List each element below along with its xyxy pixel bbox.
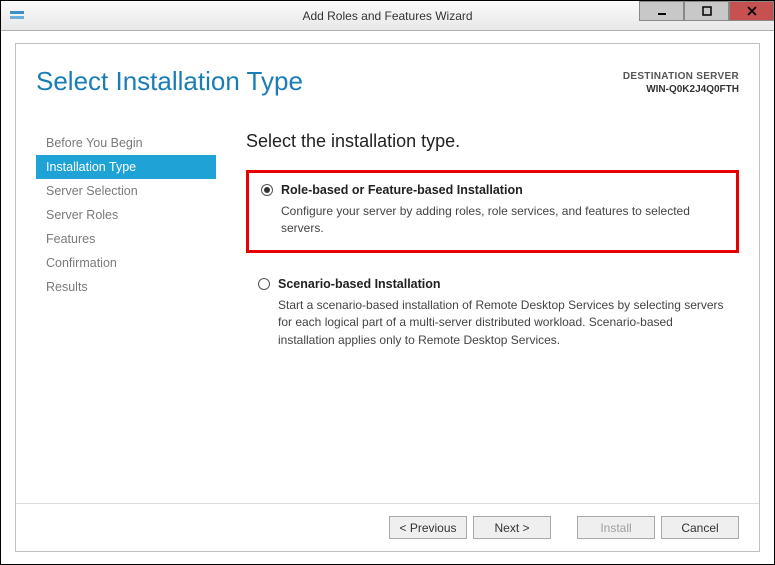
option-title: Scenario-based Installation: [278, 277, 441, 291]
body-row: Before You Begin Installation Type Serve…: [16, 97, 759, 375]
cancel-button[interactable]: Cancel: [661, 516, 739, 539]
page-title: Select Installation Type: [36, 66, 303, 97]
radio-icon[interactable]: [258, 278, 270, 290]
sidebar-item-installation-type[interactable]: Installation Type: [36, 155, 216, 179]
sidebar-item-confirmation[interactable]: Confirmation: [36, 251, 216, 275]
radio-row: Scenario-based Installation: [258, 277, 727, 291]
next-button[interactable]: Next >: [473, 516, 551, 539]
sidebar: Before You Begin Installation Type Serve…: [16, 131, 216, 375]
maximize-button[interactable]: [684, 1, 729, 21]
window-title: Add Roles and Features Wizard: [302, 9, 472, 23]
option-desc: Configure your server by adding roles, r…: [281, 203, 724, 238]
footer: < Previous Next > Install Cancel: [16, 503, 759, 551]
minimize-button[interactable]: [639, 1, 684, 21]
main-heading: Select the installation type.: [246, 131, 739, 152]
radio-row: Role-based or Feature-based Installation: [261, 183, 724, 197]
window-controls: [639, 1, 774, 30]
content-wrap: Select Installation Type DESTINATION SER…: [1, 31, 774, 564]
destination-block: DESTINATION SERVER WIN-Q0K2J4Q0FTH: [623, 66, 739, 97]
sidebar-item-features[interactable]: Features: [36, 227, 216, 251]
option-scenario-based[interactable]: Scenario-based Installation Start a scen…: [246, 267, 739, 361]
sidebar-item-results[interactable]: Results: [36, 275, 216, 299]
destination-name: WIN-Q0K2J4Q0FTH: [623, 83, 739, 96]
close-button[interactable]: [729, 1, 774, 21]
content-inner: Select Installation Type DESTINATION SER…: [15, 43, 760, 552]
install-button[interactable]: Install: [577, 516, 655, 539]
option-desc: Start a scenario-based installation of R…: [278, 297, 727, 349]
header-row: Select Installation Type DESTINATION SER…: [16, 44, 759, 97]
radio-icon[interactable]: [261, 184, 273, 196]
main-panel: Select the installation type. Role-based…: [216, 131, 759, 375]
destination-label: DESTINATION SERVER: [623, 70, 739, 83]
sidebar-item-before-you-begin[interactable]: Before You Begin: [36, 131, 216, 155]
option-title: Role-based or Feature-based Installation: [281, 183, 523, 197]
previous-button[interactable]: < Previous: [389, 516, 467, 539]
titlebar: Add Roles and Features Wizard: [1, 1, 774, 31]
option-role-based[interactable]: Role-based or Feature-based Installation…: [246, 170, 739, 253]
sidebar-item-server-selection[interactable]: Server Selection: [36, 179, 216, 203]
sidebar-item-server-roles[interactable]: Server Roles: [36, 203, 216, 227]
wizard-icon: [9, 8, 25, 24]
